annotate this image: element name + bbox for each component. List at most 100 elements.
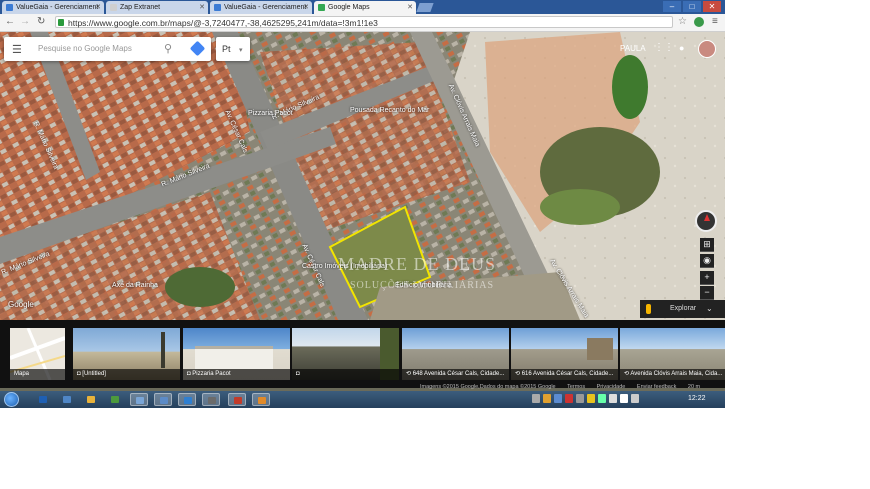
address-bar[interactable]: https://www.google.com.br/maps/@-3,72404… [55,16,673,28]
tray-icon[interactable] [587,394,595,403]
palm-tree-icon [161,332,165,368]
thumbnail-photo[interactable]: ◘ [292,328,399,380]
thumbnail-streetview[interactable]: ⟲ 648 Avenida César Cals, Cidade... [402,328,509,380]
explorer-toggle[interactable]: Explorar ⌄ [640,300,725,318]
start-button[interactable] [4,392,19,407]
taskbar-app[interactable] [106,393,124,406]
pdf-icon [234,397,242,404]
tab-label: Zap Extranet [120,4,161,11]
clock[interactable]: 12:22 [688,395,706,402]
watermark-line1: MADRE DE DEUS [338,254,497,274]
taskbar-app[interactable] [202,393,220,406]
bookmark-star-icon[interactable]: ☆ [678,16,687,27]
chevron-down-icon: ▾ [239,47,243,54]
network-icon[interactable] [620,394,628,403]
thumbnail-caption: Mapa [10,369,65,380]
close-tab-icon[interactable]: ✕ [303,1,309,14]
reload-icon[interactable]: ↻ [37,16,45,28]
taskbar-app-pdf[interactable] [228,393,246,406]
close-tab-icon[interactable]: ✕ [95,1,101,14]
close-window-button[interactable]: ✕ [703,1,721,12]
chrome-menu-icon[interactable]: ≡ [712,16,718,27]
poi-axe-da-rainha[interactable]: Axé da Rainha [112,282,158,289]
tab-zap-extranet[interactable]: Zap Extranet ✕ [106,1,208,14]
tab-valuegaia-2[interactable]: ValueGaia - Gerenciament ✕ [210,1,312,14]
tray-icon[interactable] [598,394,606,403]
thumbnail-caption: ◘ [292,369,399,380]
tray-icon[interactable] [565,394,573,403]
volume-icon[interactable] [631,394,639,403]
zoom-out-button[interactable]: − [700,286,714,300]
back-arrow-icon[interactable]: ← [5,16,15,28]
app-icon [87,396,95,403]
poi-pizzaria[interactable]: Pizzaria Pacot [248,110,293,117]
tray-icon[interactable] [576,394,584,403]
flag-icon[interactable] [609,394,617,403]
tilt-icon[interactable]: ⊞ [700,238,714,252]
minimize-button[interactable]: – [663,1,681,12]
compass-icon[interactable] [695,210,717,232]
thumbnail-photo[interactable]: ◘ Pizzaria Pacot [183,328,290,380]
lock-icon [58,19,64,26]
search-input[interactable]: Pesquise no Google Maps [38,44,132,53]
close-tab-icon[interactable]: ✕ [199,1,205,14]
taskbar-app[interactable] [252,393,270,406]
search-icon[interactable]: ⚲ [164,42,172,55]
language-dropdown[interactable]: Pt ▾ [216,37,250,61]
caption-text: Avenida Clóvis Arrais Maia, Cida... [630,371,723,377]
tray-icon[interactable] [543,394,551,403]
close-tab-icon[interactable]: ✕ [407,1,413,14]
chevron-down-icon[interactable]: ⌄ [706,300,713,318]
thumbnail-map[interactable]: Mapa [10,328,65,380]
poi-pousada[interactable]: Pousada Recanto do Mar [350,107,429,114]
browser-toolbar: ← → ↻ https://www.google.com.br/maps/@-3… [0,14,725,32]
map-attribution: Imagens ©2015 Google,Dados do mapa ©2015… [420,384,710,390]
building-icon [195,346,273,369]
thumbnail-streetview[interactable]: ⟲ 616 Avenida César Cals, Cidade... [511,328,618,380]
apps-grid-icon[interactable]: ⋮⋮ [654,42,674,53]
taskbar-app[interactable] [82,393,100,406]
tab-google-maps[interactable]: Google Maps ✕ [314,1,416,14]
notifications-bell-icon[interactable]: ● [679,43,684,53]
scale-bar: 20 m [687,384,701,390]
maps-search-box[interactable]: ☰ Pesquise no Google Maps ⚲ [4,37,211,61]
taskbar-app-chrome[interactable] [178,393,196,406]
user-name[interactable]: PAULA [620,44,646,53]
tray-icon[interactable] [532,394,540,403]
app-icon [111,396,119,403]
taskbar-app[interactable] [130,393,148,406]
hamburger-menu-icon[interactable]: ☰ [12,43,22,56]
thumbnail-streetview[interactable]: ⟲ Avenida Clóvis Arrais Maia, Cida... [620,328,725,380]
taskbar-app[interactable] [154,393,172,406]
app-icon [136,397,144,404]
tab-valuegaia-1[interactable]: ValueGaia - Gerenciament ✕ [2,1,104,14]
photo-strip: Mapa ◘ [Untitled] ◘ Pizzaria Pacot ◘ ⟲ 6… [0,320,725,388]
thumbnail-photo[interactable]: ◘ [Untitled] [73,328,180,380]
my-location-icon[interactable]: ◉ [700,254,714,268]
caption-text: 616 Avenida César Cals, Cidade... [521,371,614,377]
feedback-link[interactable]: Enviar feedback [637,384,676,390]
tab-label: ValueGaia - Gerenciament [224,4,307,11]
zoom-in-button[interactable]: + [700,271,714,285]
directions-icon[interactable] [189,40,206,57]
taskbar-app-ie[interactable] [34,393,52,406]
system-tray [532,394,639,403]
folder-icon [63,396,71,403]
forward-arrow-icon[interactable]: → [20,16,30,28]
watermark: MADRE DE DEUS SOLUÇÕES IMOBILIÁRIAS [330,254,545,298]
google-logo: Google [8,300,34,309]
avatar[interactable] [698,40,716,58]
terms-link[interactable]: Termos [567,384,585,390]
google-maps-favicon-icon [318,4,325,11]
new-tab-button[interactable] [416,3,434,12]
extension-icon[interactable] [694,17,704,27]
taskbar-app-explorer[interactable] [58,393,76,406]
maximize-button[interactable]: □ [683,1,701,12]
tray-icon[interactable] [554,394,562,403]
privacy-link[interactable]: Privacidade [597,384,626,390]
satellite-map[interactable]: Av. César Cals R. Mário Silveira R. Mári… [0,32,725,320]
url-text: https://www.google.com.br/maps/@-3,72404… [68,18,378,28]
pegman-icon[interactable] [646,304,651,314]
internet-explorer-icon [39,396,47,403]
app-icon [208,397,216,404]
